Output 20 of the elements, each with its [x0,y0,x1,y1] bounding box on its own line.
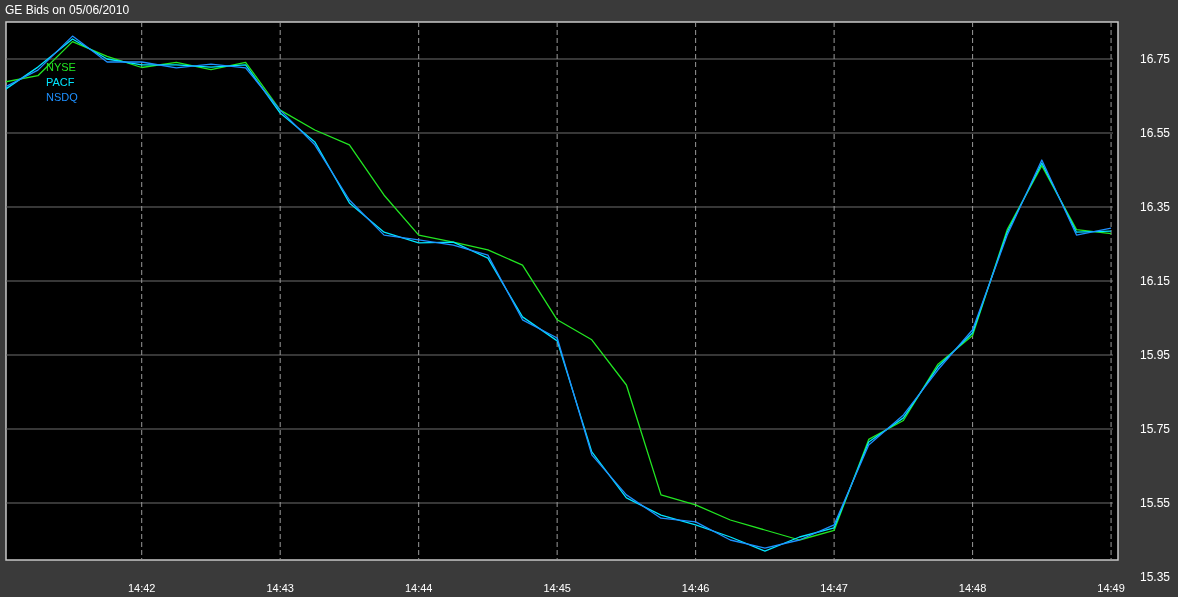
x-axis-label: 14:46 [681,582,710,594]
chart-title: GE Bids on 05/06/2010 [5,4,130,16]
legend-label: PACF [46,76,75,88]
y-axis-label: 15.35 [1139,570,1170,584]
x-axis-label: 14:43 [266,582,294,594]
x-axis-label: 14:42 [127,582,156,594]
x-axis-label: 14:49 [1097,582,1125,594]
legend-label: NSDQ [46,91,78,103]
y-axis-label: 15.75 [1139,422,1170,436]
x-axis-label: 14:47 [820,582,848,594]
x-axis-label: 14:48 [958,582,987,594]
y-axis-label: 16.15 [1139,274,1170,288]
legend-label: NYSE [46,61,76,73]
y-axis-label: 16.55 [1139,126,1170,140]
y-axis-label: 15.95 [1139,348,1170,362]
y-axis-label: 16.35 [1139,200,1170,214]
x-axis-label: 14:44 [404,582,433,594]
y-axis-label: 16.75 [1139,52,1170,66]
x-axis-label: 14:45 [543,582,571,594]
y-axis-label: 15.55 [1139,496,1170,510]
